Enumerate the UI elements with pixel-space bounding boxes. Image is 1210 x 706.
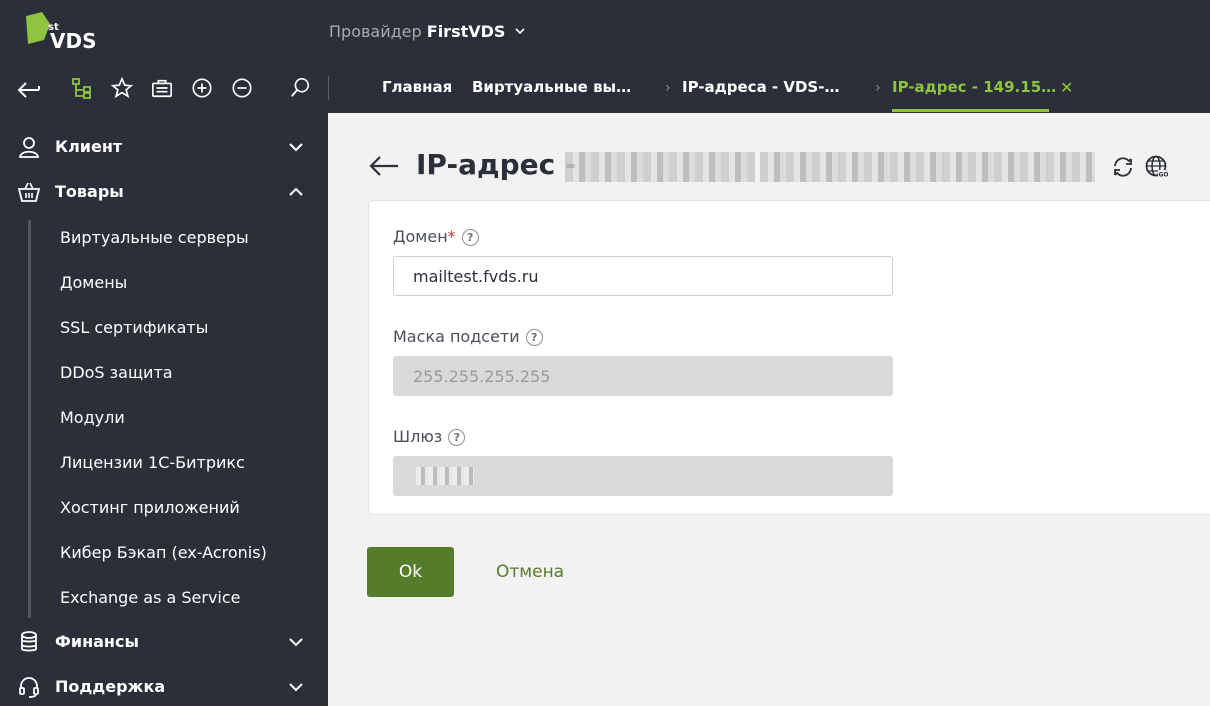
tab-bar: Главная Виртуальные вы… › IP-адреса - VD… <box>365 68 1210 113</box>
tab-home[interactable]: Главная <box>382 78 452 96</box>
star-icon[interactable] <box>110 76 134 100</box>
provider-selector[interactable]: Провайдер FirstVDS <box>329 22 525 41</box>
sidebar-item-ddos[interactable]: DDoS защита <box>60 363 173 382</box>
headset-icon <box>17 675 41 699</box>
help-icon[interactable]: ? <box>461 229 479 246</box>
firstvds-logo[interactable]: st VDS <box>20 10 100 56</box>
mask-input: 255.255.255.255 <box>393 356 893 396</box>
domain-label: Домен*? <box>393 227 479 246</box>
svg-text:GO: GO <box>1159 172 1169 179</box>
top-bar: st VDS Провайдер FirstVDS Главная Виртуа… <box>0 0 1210 113</box>
ok-button[interactable]: Ok <box>367 547 454 597</box>
sidebar-item-label: Клиент <box>55 137 123 156</box>
minus-circle-icon[interactable] <box>230 76 254 100</box>
redacted-hostname <box>760 152 1095 182</box>
user-icon <box>17 135 41 159</box>
required-mark: * <box>447 227 456 246</box>
help-icon[interactable]: ? <box>525 329 543 346</box>
tab-ip-addresses[interactable]: IP-адреса - VDS-… <box>682 78 839 96</box>
close-tab-icon[interactable]: ✕ <box>1060 78 1073 97</box>
refresh-icon[interactable] <box>1110 154 1136 180</box>
plus-circle-icon[interactable] <box>190 76 214 100</box>
svg-text:VDS: VDS <box>50 29 96 53</box>
sidebar-item-bitrix[interactable]: Лицензии 1С-Битрикс <box>60 453 245 472</box>
toolbar <box>0 68 330 108</box>
sidebar-item-exchange[interactable]: Exchange as a Service <box>60 588 241 607</box>
redacted-gateway <box>416 467 474 485</box>
gateway-label: Шлюз? <box>393 427 466 446</box>
submenu-line <box>28 220 31 618</box>
sidebar-item-backup[interactable]: Кибер Бэкап (ex-Acronis) <box>60 543 267 562</box>
sidebar-item-modules[interactable]: Модули <box>60 408 125 427</box>
provider-name: FirstVDS <box>426 22 506 41</box>
sidebar-item-client[interactable]: Клиент <box>0 124 328 169</box>
chevron-down-icon <box>289 637 303 646</box>
tree-icon[interactable] <box>70 76 94 100</box>
mask-label: Маска подсети? <box>393 327 543 346</box>
sidebar-item-label: Товары <box>55 182 124 201</box>
sidebar-item-domains[interactable]: Домены <box>60 273 127 292</box>
help-icon[interactable]: ? <box>448 429 466 446</box>
provider-prefix: Провайдер <box>329 22 422 41</box>
chevron-down-icon <box>514 28 525 35</box>
back-icon[interactable] <box>17 76 41 100</box>
chevron-up-icon <box>289 187 303 196</box>
chevron-down-icon <box>289 682 303 691</box>
sidebar-item-ssl[interactable]: SSL сертификаты <box>60 318 208 337</box>
search-icon[interactable] <box>288 76 312 100</box>
active-tab-indicator <box>892 109 1049 112</box>
cancel-button[interactable]: Отмена <box>496 562 564 582</box>
sidebar-item-label: Финансы <box>55 632 139 651</box>
redacted-ip <box>565 152 755 182</box>
tab-ip-address-active[interactable]: IP-адрес - 149.15… <box>892 78 1056 96</box>
coins-icon <box>17 630 41 654</box>
basket-icon <box>17 180 41 204</box>
sidebar-item-support[interactable]: Поддержка <box>0 664 328 706</box>
back-arrow-icon[interactable] <box>368 152 400 180</box>
sidebar-item-virtual-servers[interactable]: Виртуальные серверы <box>60 228 249 247</box>
sidebar: Клиент Товары Виртуальные серверы Домены… <box>0 113 328 706</box>
chevron-right-icon: › <box>665 80 671 96</box>
domain-input[interactable]: mailtest.fvds.ru <box>393 256 893 296</box>
sidebar-item-products[interactable]: Товары <box>0 169 328 214</box>
sidebar-item-finance[interactable]: Финансы <box>0 619 328 664</box>
toolbar-divider <box>328 76 329 100</box>
tab-virtual-servers[interactable]: Виртуальные вы… <box>472 78 631 96</box>
briefcase-icon[interactable] <box>150 76 174 100</box>
globe-icon[interactable]: GO <box>1144 154 1170 180</box>
sidebar-item-app-hosting[interactable]: Хостинг приложений <box>60 498 240 517</box>
chevron-down-icon <box>289 142 303 151</box>
page-title: IP-адрес - <box>416 148 577 181</box>
chevron-right-icon: › <box>875 80 881 96</box>
sidebar-item-label: Поддержка <box>55 677 166 696</box>
